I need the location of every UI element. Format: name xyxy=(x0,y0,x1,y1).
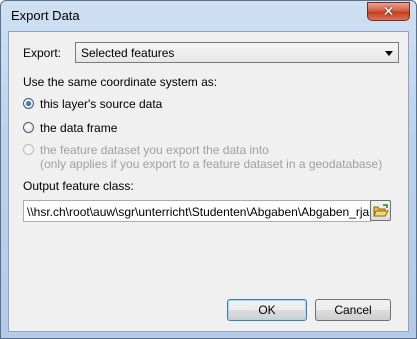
dropdown-arrow-icon xyxy=(385,51,393,56)
close-button[interactable]: ✕ xyxy=(367,2,410,21)
window-title: Export Data xyxy=(11,8,80,23)
folder-open-icon xyxy=(372,203,389,216)
radio-option-data-frame[interactable]: the data frame xyxy=(23,121,117,135)
close-icon: ✕ xyxy=(382,3,395,20)
radio-label-feature-dataset: the feature dataset you export the data … xyxy=(40,143,382,171)
output-path-value: \\hsr.ch\root\auw\sgr\unterricht\Student… xyxy=(27,205,371,219)
radio-data-frame[interactable] xyxy=(23,122,34,133)
radio-option-feature-dataset: the feature dataset you export the data … xyxy=(23,143,382,171)
radio-label-source-data: this layer's source data xyxy=(40,97,163,111)
radio-label-data-frame: the data frame xyxy=(40,121,118,135)
output-feature-class-input[interactable]: \\hsr.ch\root\auw\sgr\unterricht\Student… xyxy=(23,200,371,222)
browse-button[interactable] xyxy=(370,200,391,221)
dialog-body: Export: Selected features Use the same c… xyxy=(8,31,409,332)
export-data-dialog: Export Data ✕ Export: Selected features … xyxy=(0,0,417,339)
export-selected-value: Selected features xyxy=(81,46,175,60)
export-label: Export: xyxy=(23,46,62,60)
radio-feature-dataset xyxy=(23,144,34,155)
radio-label-feature-dataset-line2: (only applies if you export to a feature… xyxy=(40,157,383,171)
cancel-button[interactable]: Cancel xyxy=(315,299,391,321)
radio-option-source-data[interactable]: this layer's source data xyxy=(23,97,162,111)
coordinate-system-heading: Use the same coordinate system as: xyxy=(23,75,218,89)
output-feature-class-label: Output feature class: xyxy=(23,179,134,193)
ok-button[interactable]: OK xyxy=(227,299,307,321)
title-bar[interactable]: Export Data ✕ xyxy=(1,1,416,31)
radio-source-data[interactable] xyxy=(23,98,34,109)
export-dropdown[interactable]: Selected features xyxy=(75,42,399,63)
radio-label-feature-dataset-line1: the feature dataset you export the data … xyxy=(40,143,269,157)
